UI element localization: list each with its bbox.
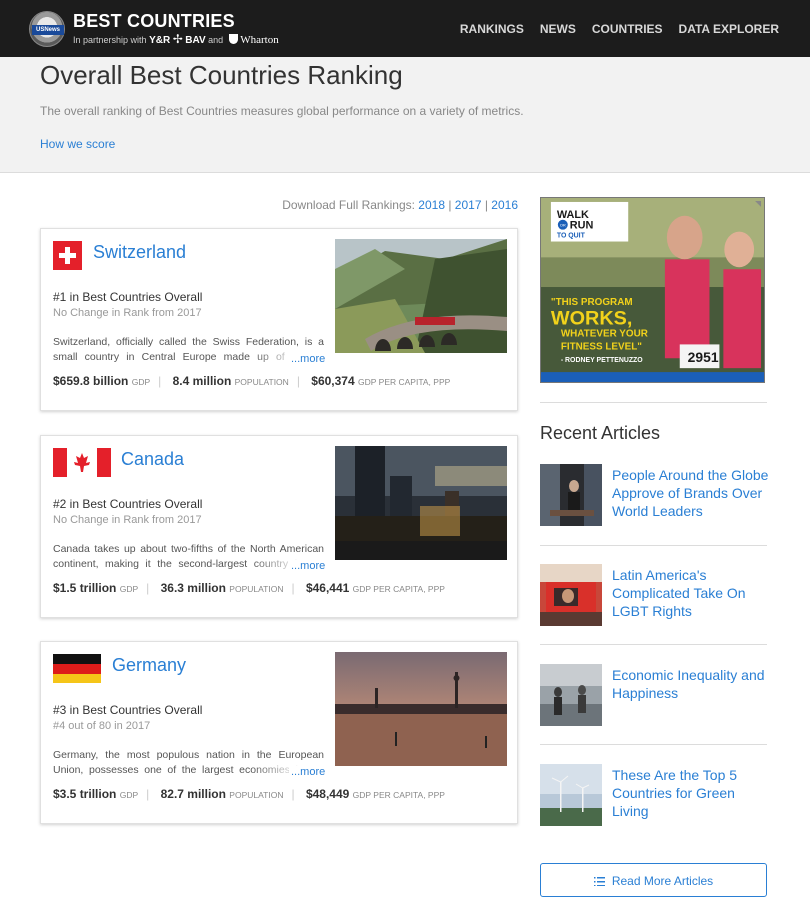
per-capita-value: $60,374 [311, 374, 355, 388]
country-name-link[interactable]: Switzerland [93, 242, 186, 263]
article-thumbnail[interactable] [540, 464, 602, 526]
article-title-link[interactable]: People Around the Globe Approve of Brand… [612, 466, 772, 520]
nav-countries[interactable]: COUNTRIES [592, 22, 663, 36]
country-card-germany: Germany #3 in Best Countries Overall #4 … [40, 641, 518, 824]
country-card-canada: Canada #2 in Best Countries Overall No C… [40, 435, 518, 618]
canada-flag-icon [53, 448, 111, 477]
more-link[interactable]: ...more [289, 766, 326, 778]
rank-text: #2 in Best Countries Overall [53, 497, 203, 511]
article-title-link[interactable]: Latin America's Complicated Take On LGBT… [612, 566, 772, 620]
article-item[interactable]: People Around the Globe Approve of Brand… [540, 464, 768, 526]
population-value: 36.3 million [160, 581, 226, 595]
download-rankings: Download Full Rankings: 2018 | 2017 | 20… [282, 198, 518, 212]
divider [540, 744, 767, 745]
usnews-seal-text: USNews [32, 25, 64, 35]
download-2018-link[interactable]: 2018 [418, 198, 445, 212]
article-title-link[interactable]: Economic Inequality and Happiness [612, 666, 772, 702]
germany-flag-icon [53, 654, 101, 683]
partnership-prefix: In partnership with [73, 35, 147, 45]
how-we-score-link[interactable]: How we score [40, 137, 115, 151]
country-stats: $1.5 trillion GDP | 36.3 million POPULATI… [53, 581, 445, 595]
article-item[interactable]: Economic Inequality and Happiness [540, 664, 767, 726]
per-capita-label: GDP PER CAPITA, PPP [358, 377, 451, 387]
wharton-shield-icon [228, 34, 238, 44]
article-thumbnail[interactable] [540, 564, 602, 626]
gdp-value: $659.8 billion [53, 374, 129, 388]
partner-bav: BAV [185, 35, 206, 46]
population-label: POPULATION [234, 377, 289, 387]
article-item[interactable]: Latin America's Complicated Take On LGBT… [540, 564, 767, 626]
read-more-articles-button[interactable]: Read More Articles [540, 863, 767, 897]
rank-change-text: #4 out of 80 in 2017 [53, 720, 151, 732]
divider [540, 545, 767, 546]
download-2017-link[interactable]: 2017 [455, 198, 482, 212]
page-header: Overall Best Countries Ranking The overa… [0, 57, 810, 173]
switzerland-flag-icon [53, 241, 82, 270]
rank-change-text: No Change in Rank from 2017 [53, 307, 202, 319]
read-more-label: Read More Articles [611, 874, 714, 888]
per-capita-value: $46,441 [305, 581, 350, 595]
bav-star-icon: ✢ [172, 32, 183, 46]
per-capita-label: GDP PER CAPITA, PPP [352, 584, 445, 594]
article-item[interactable]: These Are the Top 5 Countries for Green … [540, 764, 767, 826]
partner-yr: Y&R [149, 35, 171, 46]
country-stats: $3.5 trillion GDP | 82.7 million POPULATI… [53, 787, 445, 801]
more-link[interactable]: ...more [289, 560, 326, 572]
advertisement-banner[interactable]: WALK OR RUN TO QUIT "THIS PROGRAM WORKS,… [540, 197, 765, 383]
gdp-label: GDP [119, 584, 139, 594]
country-name-link[interactable]: Germany [112, 655, 186, 676]
canada-photo[interactable] [335, 446, 507, 560]
gdp-label: GDP [131, 377, 151, 387]
gdp-label: GDP [119, 790, 139, 800]
article-title-link[interactable]: These Are the Top 5 Countries for Green … [612, 766, 772, 820]
ad-bib-number: 2951 [688, 349, 719, 365]
population-value: 8.4 million [172, 374, 232, 388]
download-label: Download Full Rankings: [282, 198, 415, 212]
more-link[interactable]: ...more [289, 353, 326, 365]
usnews-logo[interactable]: USNews [29, 11, 65, 47]
germany-photo[interactable] [335, 652, 507, 766]
population-label: POPULATION [229, 790, 284, 800]
ad-quote-2: WORKS, [551, 308, 632, 330]
gdp-value: $1.5 trillion [53, 581, 117, 595]
rank-text: #3 in Best Countries Overall [53, 703, 203, 717]
article-thumbnail[interactable] [540, 764, 602, 826]
download-2016-link[interactable]: 2016 [491, 198, 518, 212]
page-description: The overall ranking of Best Countries me… [40, 104, 524, 118]
ad-logo-run: RUN [570, 220, 594, 232]
per-capita-label: GDP PER CAPITA, PPP [352, 790, 445, 800]
divider [540, 644, 767, 645]
brand-title[interactable]: BEST COUNTRIES [73, 11, 235, 32]
list-icon [593, 877, 605, 886]
nav-data-explorer[interactable]: DATA EXPLORER [679, 22, 779, 36]
per-capita-value: $48,449 [305, 787, 350, 801]
divider [540, 402, 767, 403]
country-card-switzerland: Switzerland #1 in Best Countries Overall… [40, 228, 518, 411]
partnership-line: In partnership with Y&R ✢ BAV and Wharto… [73, 32, 279, 46]
top-navbar: USNews BEST COUNTRIES In partnership wit… [0, 0, 810, 57]
main-nav: RANKINGS NEWS COUNTRIES DATA EXPLORER [460, 22, 779, 36]
ad-attribution: - RODNEY PETTENUZZO [561, 357, 643, 364]
switzerland-photo[interactable] [335, 239, 507, 353]
rank-text: #1 in Best Countries Overall [53, 290, 203, 304]
population-value: 82.7 million [160, 787, 226, 801]
population-label: POPULATION [229, 584, 284, 594]
ad-quote-1: "THIS PROGRAM [551, 297, 633, 308]
ad-logo-toquit: TO QUIT [557, 233, 586, 240]
recent-articles-title: Recent Articles [540, 423, 661, 443]
nav-rankings[interactable]: RANKINGS [460, 22, 524, 36]
article-thumbnail[interactable] [540, 664, 602, 726]
and-text: and [208, 35, 224, 45]
rank-change-text: No Change in Rank from 2017 [53, 514, 202, 526]
gdp-value: $3.5 trillion [53, 787, 117, 801]
ad-quote-3: WHATEVER YOUR [561, 329, 648, 340]
partner-wharton: Wharton [240, 34, 279, 46]
country-stats: $659.8 billion GDP | 8.4 million POPULATI… [53, 374, 451, 388]
page-title: Overall Best Countries Ranking [40, 60, 403, 90]
ad-logo-or: OR [560, 223, 566, 228]
ad-quote-4: FITNESS LEVEL" [561, 341, 642, 352]
country-name-link[interactable]: Canada [121, 449, 184, 470]
nav-news[interactable]: NEWS [540, 22, 576, 36]
